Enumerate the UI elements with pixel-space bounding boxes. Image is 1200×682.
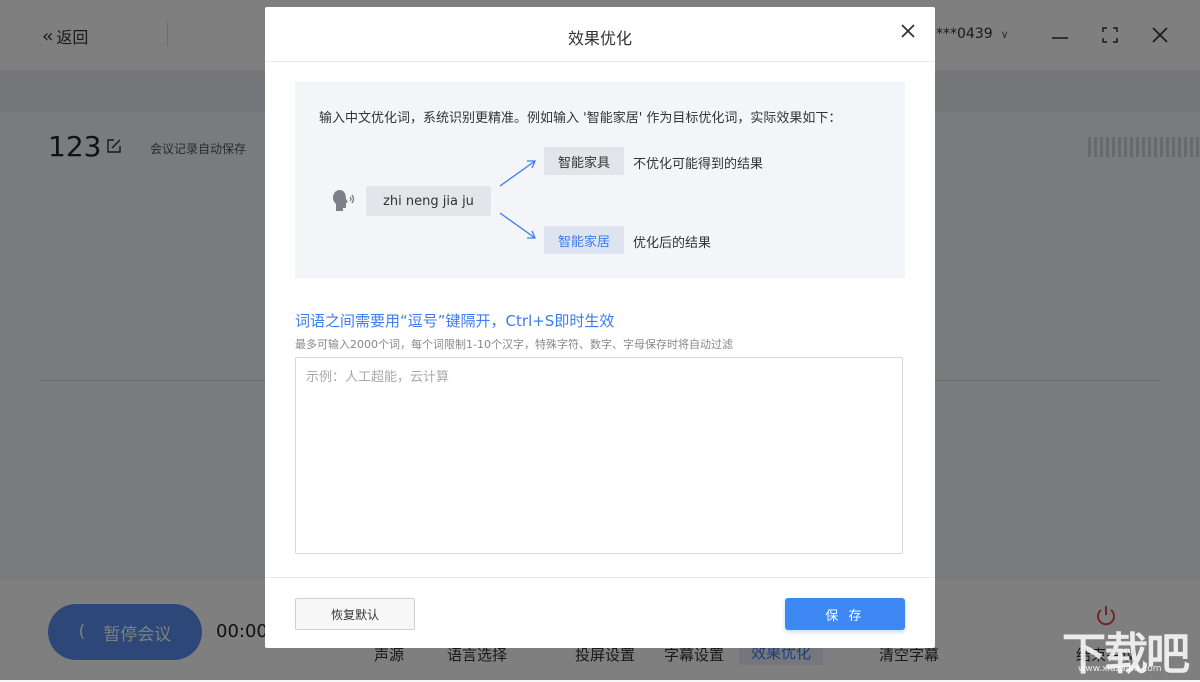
restore-default-button[interactable]: 恢复默认 [295, 598, 415, 630]
unoptimized-note: 不优化可能得到的结果 [633, 157, 764, 172]
example-description: 输入中文优化词，系统识别更精准。例如输入 '智能家居' 作为目标优化词，实际效果… [319, 111, 842, 126]
pinyin-chip: zhi neng jia ju [366, 186, 491, 216]
optimized-note: 优化后的结果 [633, 236, 712, 251]
branch-arrows-icon [499, 160, 536, 239]
optimized-result-chip: 智能家居 [544, 226, 624, 254]
input-instruction: 词语之间需要用“逗号”键隔开，Ctrl+S即时生效 [295, 312, 615, 330]
close-icon [901, 24, 915, 38]
dialog-title: 效果优化 [567, 29, 632, 48]
watermark-url: www.xiazaiba.com [1078, 664, 1162, 674]
divider [265, 577, 935, 578]
dialog-header: 效果优化 [265, 7, 935, 62]
example-panel: 输入中文优化词，系统识别更精准。例如输入 '智能家居' 作为目标优化词，实际效果… [295, 82, 905, 278]
dialog-close-button[interactable] [898, 21, 918, 41]
optimization-words-input[interactable] [295, 357, 903, 554]
effect-optimize-dialog: 效果优化 输入中文优化词，系统识别更精准。例如输入 '智能家居' 作为目标优化词… [265, 7, 935, 648]
save-button[interactable]: 保 存 [785, 598, 905, 630]
input-limits-note: 最多可输入2000个词，每个词限制1-10个汉字，特殊字符、数字、字母保存时将自… [295, 338, 733, 351]
unoptimized-result-chip: 智能家具 [544, 147, 624, 175]
speaking-person-icon [333, 190, 355, 211]
